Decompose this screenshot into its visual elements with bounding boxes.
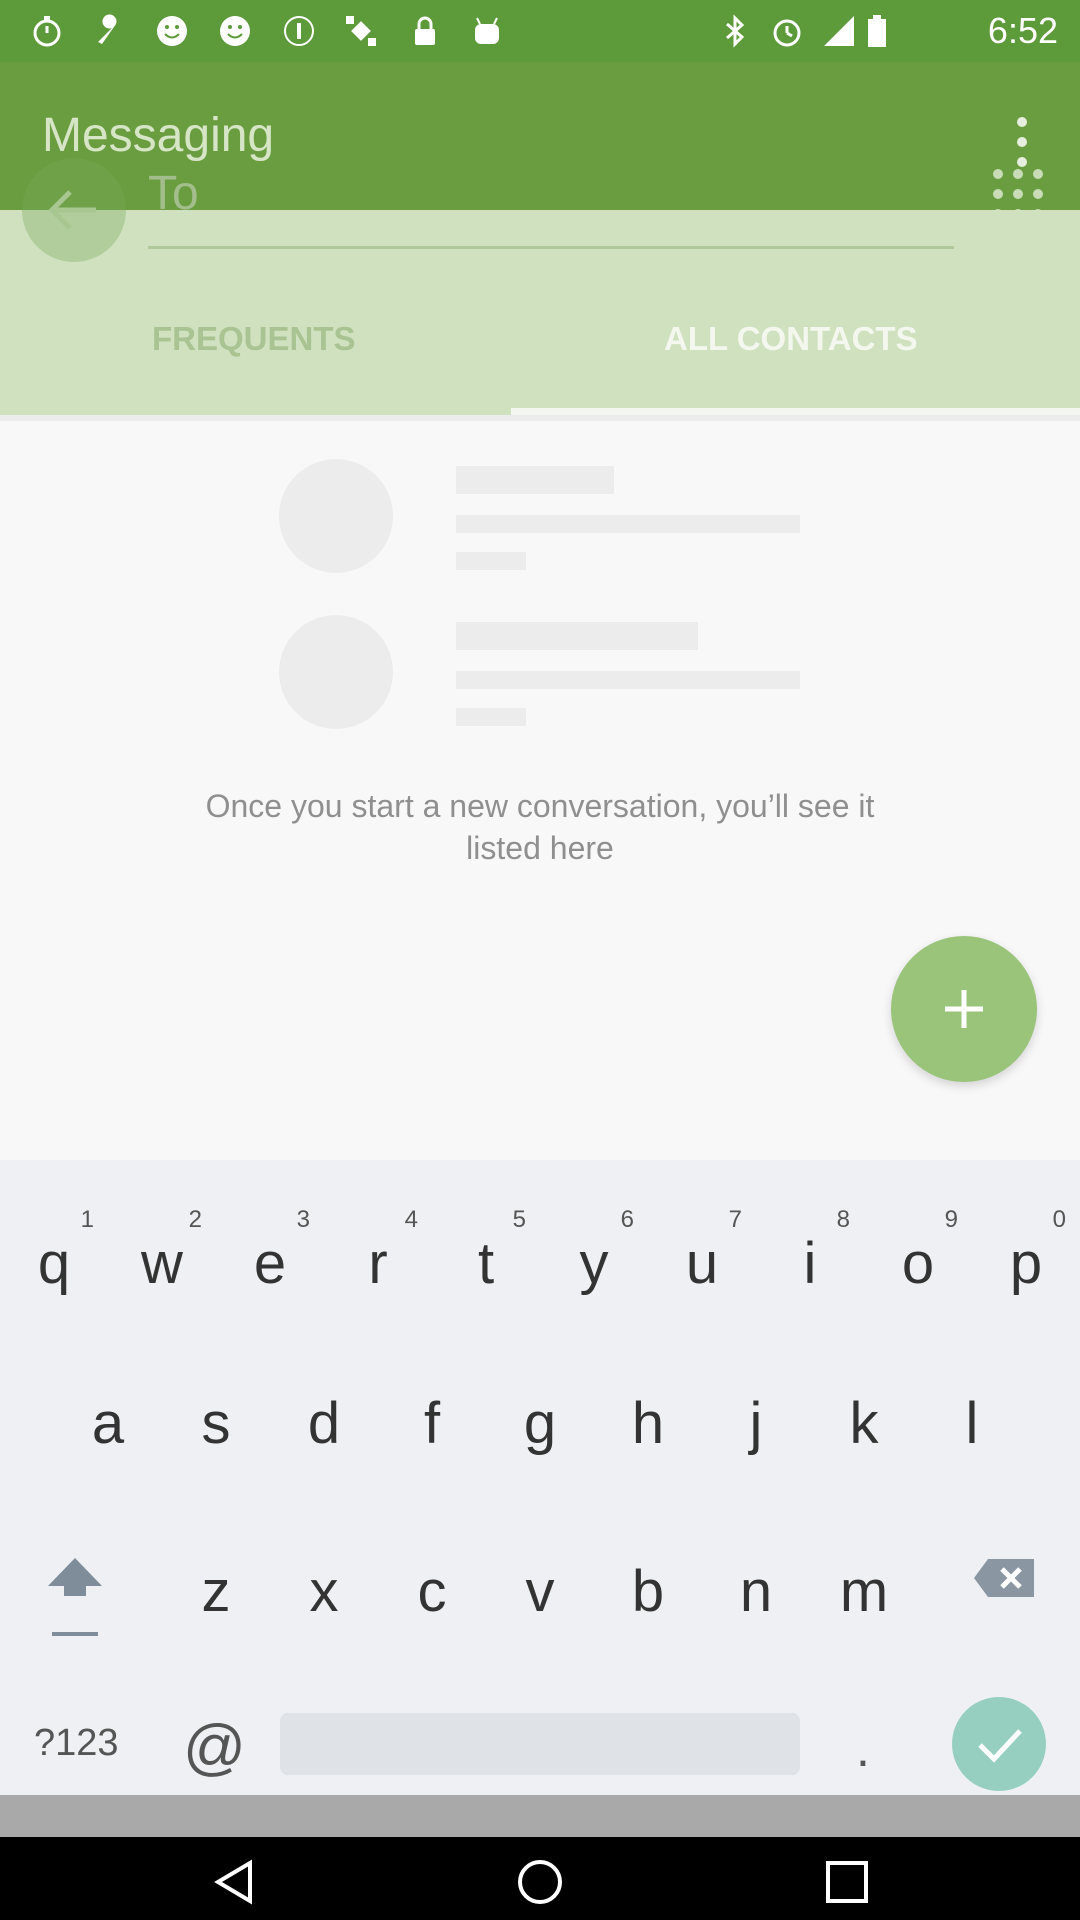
keyboard-key[interactable]: 0p	[972, 1178, 1080, 1328]
keyboard-key[interactable]: 9o	[864, 1178, 972, 1328]
keyboard-key[interactable]: 6y	[540, 1178, 648, 1328]
empty-state-message: Once you start a new conversation, you’l…	[130, 785, 950, 869]
new-conversation-button[interactable]	[891, 936, 1037, 1082]
enter-key[interactable]	[952, 1697, 1046, 1791]
battery-icon	[868, 15, 886, 47]
key-label: x	[309, 1559, 339, 1624]
keyboard-key[interactable]: a	[54, 1390, 162, 1540]
header-shadow	[0, 415, 1080, 421]
symbols-key[interactable]: ?123	[34, 1722, 119, 1765]
shift-icon[interactable]	[40, 1550, 110, 1640]
key-label: u	[685, 1231, 719, 1296]
key-label: h	[631, 1391, 665, 1456]
recents-nav-icon[interactable]	[822, 1857, 872, 1907]
key-label: i	[803, 1231, 817, 1296]
keyboard-key[interactable]: z	[162, 1506, 270, 1656]
placeholder-line	[456, 515, 800, 533]
key-label: l	[965, 1391, 979, 1456]
placeholder-line	[456, 552, 526, 570]
keyboard-key[interactable]: m	[810, 1506, 918, 1656]
tab-all-contacts[interactable]: ALL CONTACTS	[664, 320, 918, 358]
key-label: p	[1009, 1231, 1043, 1296]
keyboard-key[interactable]: 2w	[108, 1178, 216, 1328]
keyboard-key[interactable]: c	[378, 1506, 486, 1656]
placeholder-line	[456, 708, 526, 726]
clock: 6:52	[987, 10, 1058, 51]
navigation-bar	[0, 1837, 1080, 1920]
key-label: n	[739, 1559, 773, 1624]
android-icon	[475, 17, 499, 44]
podcast-icon	[284, 16, 314, 46]
key-label: f	[423, 1391, 441, 1456]
keyboard-key[interactable]: 4r	[324, 1178, 432, 1328]
placeholder-line	[456, 466, 614, 494]
empty-state-line: listed here	[466, 830, 614, 866]
satellite-icon	[346, 16, 376, 46]
smiley-icon	[157, 16, 187, 46]
checkmark-icon	[978, 1729, 1022, 1763]
keyboard-key[interactable]: 1q	[0, 1178, 108, 1328]
keyboard-key[interactable]: 7u	[648, 1178, 756, 1328]
keyboard-key[interactable]: l	[918, 1390, 1026, 1540]
period-key[interactable]: .	[856, 1720, 870, 1778]
bluetooth-icon	[726, 14, 745, 48]
arrow-back-icon	[48, 190, 96, 230]
at-key[interactable]: @	[183, 1712, 246, 1783]
to-field[interactable]: To	[148, 166, 954, 246]
keyboard-key[interactable]: b	[594, 1506, 702, 1656]
key-label: b	[631, 1559, 665, 1624]
placeholder-line	[456, 671, 800, 689]
space-bar[interactable]	[280, 1713, 800, 1775]
key-label: a	[91, 1391, 125, 1456]
wrench-icon	[98, 14, 117, 45]
app-title: Messaging	[42, 109, 275, 162]
empty-state-line: Once you start a new conversation, you’l…	[205, 788, 875, 824]
home-nav-icon[interactable]	[515, 1857, 565, 1907]
placeholder-avatar	[279, 615, 393, 729]
status-bar: 6:52	[0, 0, 1080, 62]
key-label: y	[579, 1231, 609, 1296]
key-label: d	[307, 1391, 341, 1456]
backspace-icon[interactable]	[970, 1553, 1040, 1603]
key-label: j	[749, 1391, 763, 1456]
keyboard-bottom-strip	[0, 1795, 1080, 1837]
alarm-icon	[773, 19, 801, 47]
compose-header: To FREQUENTS ALL CONTACTS	[0, 158, 1080, 415]
placeholder-avatar	[279, 459, 393, 573]
key-label: m	[839, 1559, 889, 1624]
key-label: v	[525, 1559, 555, 1624]
key-label: g	[523, 1391, 557, 1456]
keyboard-key[interactable]: 5t	[432, 1178, 540, 1328]
key-label: k	[849, 1391, 879, 1456]
tab-indicator	[511, 408, 1080, 415]
plus-icon	[945, 990, 983, 1028]
key-label: q	[37, 1231, 71, 1296]
keyboard-key[interactable]: 8i	[756, 1178, 864, 1328]
to-field-underline	[148, 246, 954, 249]
key-label: r	[368, 1231, 388, 1296]
placeholder-line	[456, 622, 698, 650]
keyboard-key[interactable]: v	[486, 1506, 594, 1656]
key-label: z	[201, 1559, 231, 1624]
lock-icon	[415, 16, 435, 45]
key-label: w	[141, 1231, 183, 1296]
tab-frequents[interactable]: FREQUENTS	[152, 320, 356, 358]
back-nav-icon[interactable]	[210, 1857, 260, 1907]
keyboard-key[interactable]: x	[270, 1506, 378, 1656]
key-label: o	[901, 1231, 935, 1296]
signal-icon	[824, 16, 854, 46]
keyboard-key[interactable]: n	[702, 1506, 810, 1656]
key-label: c	[417, 1559, 447, 1624]
smiley-icon	[220, 16, 250, 46]
back-button[interactable]	[22, 158, 126, 262]
key-label: t	[477, 1231, 495, 1296]
keyboard-key[interactable]: 3e	[216, 1178, 324, 1328]
key-label: s	[201, 1391, 231, 1456]
key-label: e	[253, 1231, 287, 1296]
stopwatch-icon	[33, 16, 61, 47]
